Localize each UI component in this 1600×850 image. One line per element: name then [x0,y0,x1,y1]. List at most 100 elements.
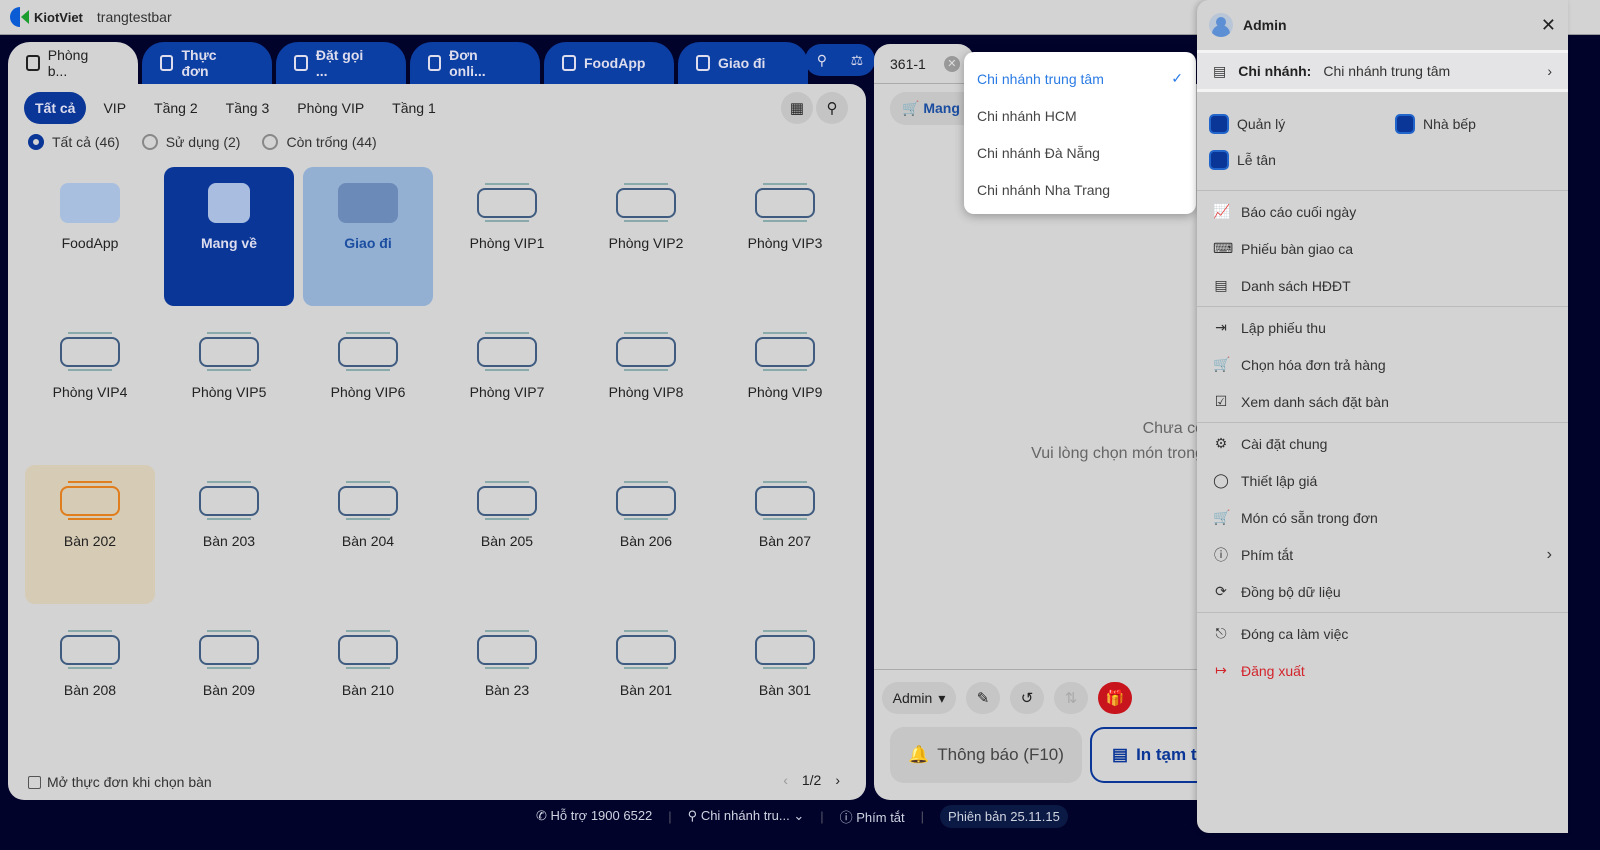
grid-view-icon[interactable]: ▦ [781,92,813,124]
table-cell[interactable]: Phòng VIP3 [720,167,850,306]
checkbox-label: Mở thực đơn khi chọn bàn [47,774,212,790]
table-cell[interactable]: Phòng VIP1 [442,167,572,306]
main-tabs: Phòng b... Thực đơn Đặt gọi ... Đơn onli… [8,42,808,84]
cell-label: Mang về [200,235,257,251]
branch-option[interactable]: Chi nhánh HCM [964,97,1196,134]
menu-item[interactable]: 🛒 Món có sẵn trong đơn [1197,499,1568,536]
filter-floor-3[interactable]: Tầng 3 [215,92,281,124]
menu-item[interactable]: ⌨ Phiếu bàn giao ca [1197,230,1568,267]
menu-item[interactable]: 📈 Báo cáo cuối ngày [1197,193,1568,230]
table-icon [58,481,122,521]
menu-item-label: Lập phiếu thu [1241,319,1326,336]
table-cell[interactable]: Bàn 23 [442,614,572,753]
table-cell[interactable]: Phòng VIP2 [581,167,711,306]
table-cell[interactable]: Bàn 206 [581,465,711,604]
table-cell[interactable]: Bàn 210 [303,614,433,753]
table-cell[interactable]: Bàn 209 [164,614,294,753]
support-link[interactable]: ✆ Hỗ trợ 1900 6522 [536,808,652,824]
table-label: Phòng VIP3 [747,235,823,251]
kitchen-app-icon [1395,114,1415,134]
table-icon [753,481,817,521]
service-foodapp[interactable]: FoodApp [25,167,155,306]
table-cell[interactable]: Phòng VIP9 [720,316,850,455]
menu-item[interactable]: ▤ Danh sách HĐĐT [1197,267,1568,304]
search-icon[interactable]: ⚲ [816,92,848,124]
service-takeaway[interactable]: Mang về [164,167,294,306]
table-label: Bàn 23 [484,682,530,698]
next-page-icon[interactable]: › [835,772,840,788]
branch-menu-item[interactable]: ▤ Chi nhánh: Chi nhánh trung tâm › [1197,50,1568,92]
close-icon[interactable]: ✕ [1541,15,1556,36]
tab-menu[interactable]: Thực đơn [142,42,272,84]
table-cell[interactable]: Bàn 207 [720,465,850,604]
print-temp-button[interactable]: ▤In tạm tính [1090,727,1210,783]
table-cell[interactable]: Phòng VIP7 [442,316,572,455]
store-icon: ▤ [1213,62,1227,79]
filter-floor-1[interactable]: Tầng 1 [381,92,447,124]
table-cell[interactable]: Bàn 204 [303,465,433,604]
status-used-radio[interactable]: Sử dụng (2) [141,134,240,150]
table-cell[interactable]: Phòng VIP4 [25,316,155,455]
open-menu-checkbox[interactable]: Mở thực đơn khi chọn bàn [28,774,212,790]
prev-page-icon[interactable]: ‹ [783,772,788,788]
menu-item[interactable]: ⟳ Đồng bộ dữ liệu [1197,573,1568,610]
filter-floor-2[interactable]: Tầng 2 [143,92,209,124]
table-icon [475,332,539,372]
phone-icon [294,55,308,71]
gift-icon[interactable]: 🎁 [1098,682,1132,714]
service-delivery[interactable]: Giao đi [303,167,433,306]
tab-tools: ⚲ ⚖ [805,44,875,76]
table-cell[interactable]: Phòng VIP8 [581,316,711,455]
shortcuts-link[interactable]: ⓘ Phím tắt [840,807,905,826]
status-free-radio[interactable]: Còn trống (44) [262,134,377,150]
filter-all[interactable]: Tất cả [24,92,87,124]
app-manager[interactable]: Quản lý [1209,114,1395,134]
menu-item-label: Chọn hóa đơn trả hàng [1241,356,1386,373]
app-kitchen[interactable]: Nhà bếp [1395,114,1565,134]
tab-rooms[interactable]: Phòng b... [8,42,138,84]
status-all-radio[interactable]: Tất cả (46) [28,134,120,150]
table-icon [197,332,261,372]
order-tab[interactable]: 361-1 ✕ [874,44,974,84]
table-cell[interactable]: Phòng VIP6 [303,316,433,455]
tab-delivery[interactable]: Giao đi [678,42,808,84]
search-icon[interactable]: ⚲ [817,52,827,69]
tab-foodapp[interactable]: FoodApp [544,42,674,84]
tab-online-orders[interactable]: Đơn onli... [410,42,540,84]
table-icon [753,630,817,670]
menu-item[interactable]: ⓘ Phím tắt › [1197,536,1568,573]
filter-vip-room[interactable]: Phòng VIP [286,92,375,124]
menu-item[interactable]: ⎋ Đóng ca làm việc [1197,615,1568,652]
table-cell[interactable]: Phòng VIP5 [164,316,294,455]
branch-option[interactable]: Chi nhánh Đà Nẵng [964,134,1196,171]
menu-item[interactable]: 🛒 Chọn hóa đơn trả hàng [1197,346,1568,383]
table-cell[interactable]: Bàn 202 [25,465,155,604]
notify-button[interactable]: 🔔 Thông báo (F10) [890,727,1082,783]
table-cell[interactable]: Bàn 203 [164,465,294,604]
close-icon[interactable]: ✕ [943,55,960,72]
app-reception[interactable]: Lễ tân [1209,150,1395,170]
menu-item[interactable]: ☑ Xem danh sách đặt bàn [1197,383,1568,420]
menu-item-label: Món có sẵn trong đơn [1241,509,1378,526]
menu-item[interactable]: ⇥ Lập phiếu thu [1197,309,1568,346]
menu-item[interactable]: ⚙ Cài đặt chung [1197,425,1568,462]
split-icon[interactable]: ⇅ [1054,682,1088,714]
table-icon [336,481,400,521]
history-icon[interactable]: ↺ [1010,682,1044,714]
tab-booking[interactable]: Đặt gọi ... [276,42,406,84]
menu-item[interactable]: ◯ Thiết lập giá [1197,462,1568,499]
table-cell[interactable]: Bàn 301 [720,614,850,753]
menu-item[interactable]: ↦ Đăng xuất [1197,652,1568,689]
branch-select[interactable]: ⚲ Chi nhánh tru... ⌄ [688,808,805,824]
chart-icon: 📈 [1213,203,1231,219]
avatar [1209,13,1233,37]
pencil-icon[interactable]: ✎ [966,682,1000,714]
branch-option[interactable]: Chi nhánh trung tâm ✓ [964,60,1196,97]
table-cell[interactable]: Bàn 205 [442,465,572,604]
scale-icon[interactable]: ⚖ [851,52,864,69]
filter-vip[interactable]: VIP [92,92,137,124]
table-cell[interactable]: Bàn 208 [25,614,155,753]
branch-option[interactable]: Chi nhánh Nha Trang [964,171,1196,208]
staff-select[interactable]: Admin ▾ [882,682,956,714]
table-cell[interactable]: Bàn 201 [581,614,711,753]
